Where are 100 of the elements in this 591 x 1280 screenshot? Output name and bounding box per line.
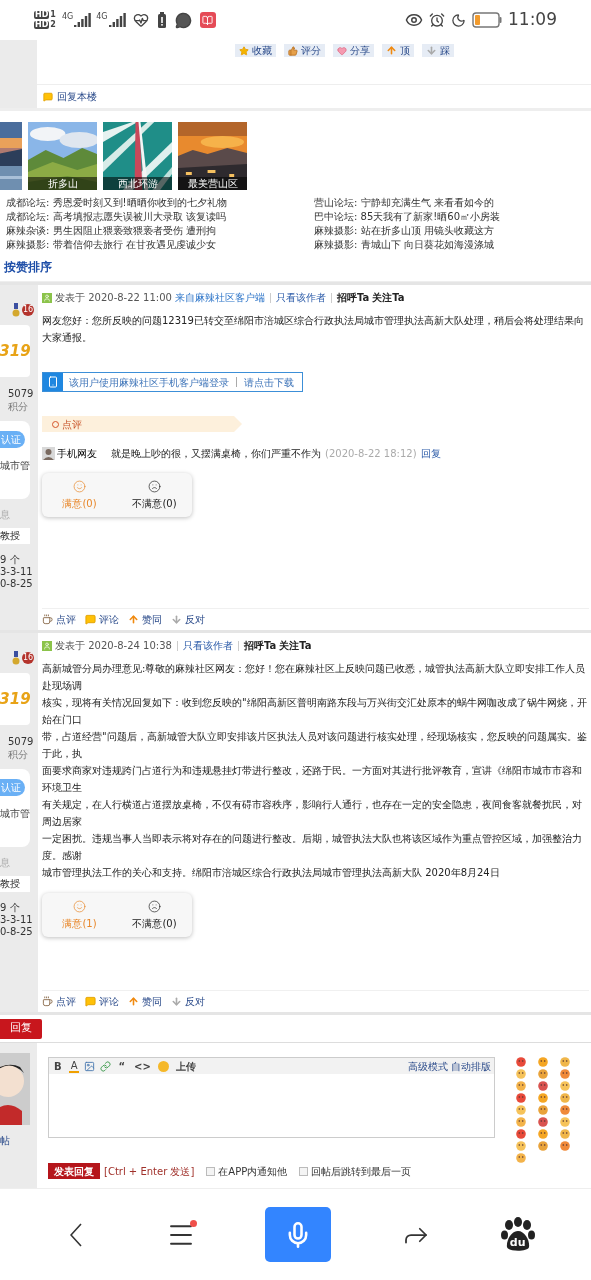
picture-caption: 西北环游 <box>103 177 172 190</box>
reply-floor-link[interactable]: 回复本楼 <box>57 89 97 104</box>
post-text: 高新城管分局办理意见:尊敬的麻辣社区网友：您好！您在麻辣社区上反映问题已收悉，城管执法高新大队立即安排工作人员赴现场调 <box>42 662 587 693</box>
reply-editor[interactable]: B A “ <> 上传 高级模式 自动排版 <box>48 1057 495 1138</box>
sort-link[interactable]: 按赞排序 <box>4 257 52 276</box>
emoji-icon[interactable] <box>559 1069 571 1079</box>
post-action-button[interactable]: 踩 <box>421 44 454 57</box>
toolbar-button[interactable]: 上传 <box>173 1058 198 1074</box>
satisfaction-option[interactable]: 不满意(0) <box>117 473 192 517</box>
emoji-icon[interactable] <box>537 1129 549 1139</box>
hot-topic-link[interactable]: 营山论坛: 宁静却充满生气 来看看如今的 <box>314 196 591 210</box>
option-label: 在APP内通知他 <box>218 1164 288 1179</box>
greet-link[interactable]: 招呼Ta <box>243 638 277 653</box>
editor-mode-link[interactable]: 自动排版 <box>451 1058 491 1074</box>
link-icon[interactable] <box>100 1060 112 1072</box>
arrow-up-icon <box>385 45 397 56</box>
comment-time: (2020-8-22 18:12) <box>325 447 417 461</box>
post-action[interactable]: 反对 <box>171 994 205 1009</box>
emoji-icon[interactable] <box>515 1081 527 1091</box>
side-link[interactable]: 帖 <box>0 1133 37 1148</box>
emoji-icon[interactable] <box>559 1141 571 1151</box>
emoji-icon[interactable] <box>515 1057 527 1067</box>
emoji-icon[interactable] <box>537 1057 549 1067</box>
emoji-icon[interactable] <box>559 1057 571 1067</box>
emoji-icon[interactable] <box>537 1117 549 1127</box>
thumbs-up-icon <box>287 45 298 56</box>
emoji-icon[interactable] <box>537 1141 549 1151</box>
post-action[interactable]: 点评 <box>42 612 76 627</box>
hot-topic-link[interactable]: 巴中论坛: 85天我有了新家!晒60㎡小房装 <box>314 210 591 224</box>
hot-topic-link[interactable]: 麻辣摄影: 青城山下 向日葵花如海漫涤城 <box>314 238 591 252</box>
moon-icon <box>451 12 466 28</box>
rank-label: 教授 <box>0 528 30 544</box>
post-action[interactable]: 反对 <box>171 612 205 627</box>
toolbar-button[interactable]: B <box>52 1058 64 1074</box>
post-action[interactable]: 赞同 <box>128 612 162 627</box>
follow-link[interactable]: 关注Ta <box>372 290 405 305</box>
voice-search-button[interactable] <box>265 1207 332 1262</box>
emoji-icon[interactable] <box>559 1093 571 1103</box>
phone-icon <box>47 376 59 388</box>
toolbar-button[interactable]: “ <box>116 1058 128 1074</box>
hot-topic-link[interactable]: 成都论坛: 秀恩爱时刻又到!晒晒你收到的七夕礼物 <box>6 196 306 210</box>
follow-link[interactable]: 关注Ta <box>279 638 312 653</box>
book-app-icon <box>199 12 216 28</box>
profile-info: 3-3-11 <box>0 914 33 926</box>
star-icon <box>238 45 249 56</box>
post-action[interactable]: 评论 <box>85 612 119 627</box>
emoji-icon[interactable] <box>559 1105 571 1115</box>
hot-topic-link[interactable]: 麻辣摄影: 站在折多山顶 用镜头收藏这方 <box>314 224 591 238</box>
image-icon[interactable] <box>84 1060 96 1072</box>
emoji-icon[interactable] <box>559 1129 571 1139</box>
emoji-icon[interactable] <box>559 1117 571 1127</box>
emoji-icon[interactable] <box>537 1069 549 1079</box>
emoji-icon[interactable] <box>537 1093 549 1103</box>
satisfaction-option[interactable]: 不满意(0) <box>117 893 192 937</box>
source-link[interactable]: 来自麻辣社区客户端 <box>174 290 265 305</box>
app-download-banner[interactable]: 该用户使用麻辣社区手机客户端登录 请点击下载 <box>42 372 303 392</box>
post-action-button[interactable]: 评分 <box>283 44 325 57</box>
emoji-icon[interactable] <box>537 1105 549 1115</box>
baidu-button[interactable]: du <box>500 1216 535 1253</box>
emoji-icon[interactable] <box>515 1105 527 1115</box>
rank-label: 教授 <box>0 876 30 892</box>
hot-topic-link[interactable]: 麻辣摄影: 带着信仰去旅行 在甘孜遇见虔诚少女 <box>6 238 306 252</box>
checkbox[interactable] <box>206 1166 216 1176</box>
download-link[interactable]: 请点击下载 <box>244 374 294 390</box>
greet-link[interactable]: 招呼Ta <box>336 290 370 305</box>
chat-icon <box>174 11 192 29</box>
comment-user: 手机网友 <box>57 447 98 461</box>
author-only-link[interactable]: 只看该作者 <box>182 638 233 653</box>
banner-text: 该用户使用麻辣社区手机客户端登录 <box>68 375 229 390</box>
signal-icon <box>108 13 127 27</box>
reply-button[interactable]: 回复 <box>0 1018 42 1039</box>
frown-icon <box>148 479 161 493</box>
battery-alert-icon <box>156 12 167 28</box>
review-label: 点评 <box>62 417 82 432</box>
emoji-icon[interactable] <box>515 1153 527 1163</box>
post-action-button[interactable]: 收藏 <box>234 44 276 57</box>
emoji-icon[interactable] <box>537 1081 549 1091</box>
hot-topic-link[interactable]: 成都论坛: 高考填报志愿失误被川大录取 该复读吗 <box>6 210 306 224</box>
post-action-button[interactable]: 分享 <box>332 44 374 57</box>
editor-mode-link[interactable]: 高级模式 <box>408 1058 448 1074</box>
arrow-down-icon <box>171 614 182 625</box>
hot-topic-link[interactable]: 麻辣杂谈: 男生因阻止猥亵致猥亵者受伤 遭刑拘 <box>6 224 306 238</box>
toolbar-button[interactable]: <> <box>132 1058 153 1074</box>
checkbox[interactable] <box>299 1166 309 1176</box>
text-color-button[interactable]: A <box>68 1059 80 1073</box>
post-action[interactable]: 评论 <box>85 994 119 1009</box>
emoji-icon[interactable] <box>515 1117 527 1127</box>
emoji-icon[interactable] <box>515 1069 527 1079</box>
emoji-icon[interactable] <box>515 1141 527 1151</box>
speech-bubble-icon <box>85 996 96 1007</box>
emoji-icon[interactable] <box>515 1093 527 1103</box>
author-only-link[interactable]: 只看该作者 <box>275 290 326 305</box>
emoji-icon[interactable] <box>515 1129 527 1139</box>
post-action-button[interactable]: 顶 <box>381 44 414 57</box>
post-action[interactable]: 点评 <box>42 994 76 1009</box>
points-value: 5079 <box>8 735 34 748</box>
comment-reply-link[interactable]: 回复 <box>420 446 441 461</box>
emoji-icon[interactable] <box>559 1081 571 1091</box>
submit-reply-button[interactable]: 发表回复 <box>48 1163 100 1179</box>
post-action[interactable]: 赞同 <box>128 994 162 1009</box>
